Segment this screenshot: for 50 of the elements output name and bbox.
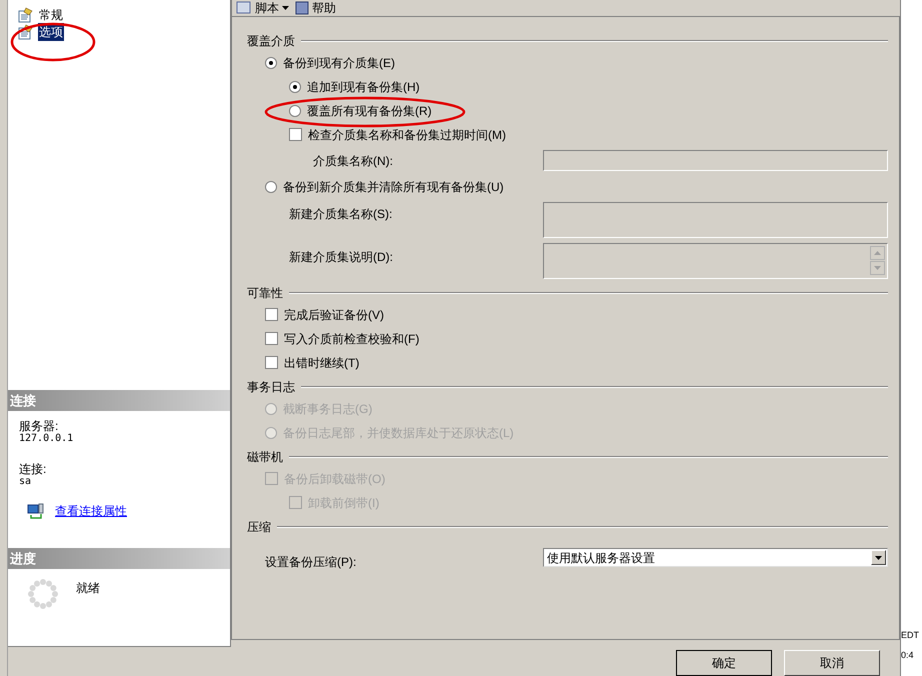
field-label: 设置备份压缩(P): xyxy=(265,554,358,571)
script-icon xyxy=(236,0,252,15)
page-list-item[interactable]: 常规 xyxy=(18,6,230,23)
book-icon xyxy=(295,0,309,15)
dropdown[interactable]: 使用默认服务器设置 xyxy=(543,548,888,568)
radio-label: 备份到现有介质集(E) xyxy=(283,54,395,72)
background-text: EDT xyxy=(901,629,920,642)
status-text: 就绪 xyxy=(76,580,100,597)
background-text: 0:4 xyxy=(901,648,915,662)
field-label: 新建介质集说明(D): xyxy=(289,248,394,266)
caret-icon xyxy=(282,6,289,10)
section-title: 可靠性 xyxy=(247,284,283,302)
radio-button[interactable] xyxy=(265,180,277,193)
radio-button[interactable] xyxy=(289,104,301,117)
field-label: 介质集名称(N): xyxy=(313,152,394,170)
server-value: 127.0.0.1 xyxy=(19,433,74,445)
server-label: 服务器: xyxy=(19,420,60,433)
section-header: 连接 xyxy=(8,390,230,411)
checkbox-label: 写入介质前检查校验和(F) xyxy=(284,330,420,348)
checkbox[interactable] xyxy=(289,128,302,142)
checkbox[interactable] xyxy=(265,308,278,322)
spinner-icon xyxy=(28,579,58,609)
radio-button[interactable] xyxy=(289,80,301,93)
help-button[interactable]: 帮助 xyxy=(295,0,336,16)
radio-button[interactable] xyxy=(265,56,277,69)
section-header: 进度 xyxy=(8,548,230,569)
radio-label: 覆盖所有现有备份集(R) xyxy=(307,102,432,120)
checkbox-label: 检查介质集名称和备份集过期时间(M) xyxy=(308,126,506,144)
dialog-button[interactable]: 确定 xyxy=(676,650,772,676)
section-title: 磁带机 xyxy=(247,448,283,466)
checkbox[interactable] xyxy=(265,356,278,370)
field-label: 新建介质集名称(S): xyxy=(289,206,394,223)
section-title: 事务日志 xyxy=(247,378,295,396)
checkbox[interactable] xyxy=(265,332,278,346)
script-dropdown-button[interactable]: 脚本 xyxy=(236,0,289,16)
page-list-item[interactable]: 选项 xyxy=(18,23,230,40)
network-computer-icon xyxy=(27,503,45,519)
dialog-button[interactable]: 取消 xyxy=(784,650,880,676)
text-area[interactable] xyxy=(543,242,888,279)
radio-label: 追加到现有备份集(H) xyxy=(307,78,420,96)
connection-properties-link[interactable]: 查看连接属性 xyxy=(55,502,127,520)
checkbox-label: 出错时继续(T) xyxy=(284,354,360,372)
section-title: 压缩 xyxy=(247,518,271,536)
page-icon xyxy=(18,6,34,22)
login-label: 连接: xyxy=(19,463,48,476)
section-title: 覆盖介质 xyxy=(247,32,295,50)
page-icon xyxy=(18,24,34,40)
login-value: sa xyxy=(19,476,32,488)
checkbox-label: 完成后验证备份(V) xyxy=(284,306,384,324)
radio-label: 备份到新介质集并清除所有现有备份集(U) xyxy=(283,178,504,196)
